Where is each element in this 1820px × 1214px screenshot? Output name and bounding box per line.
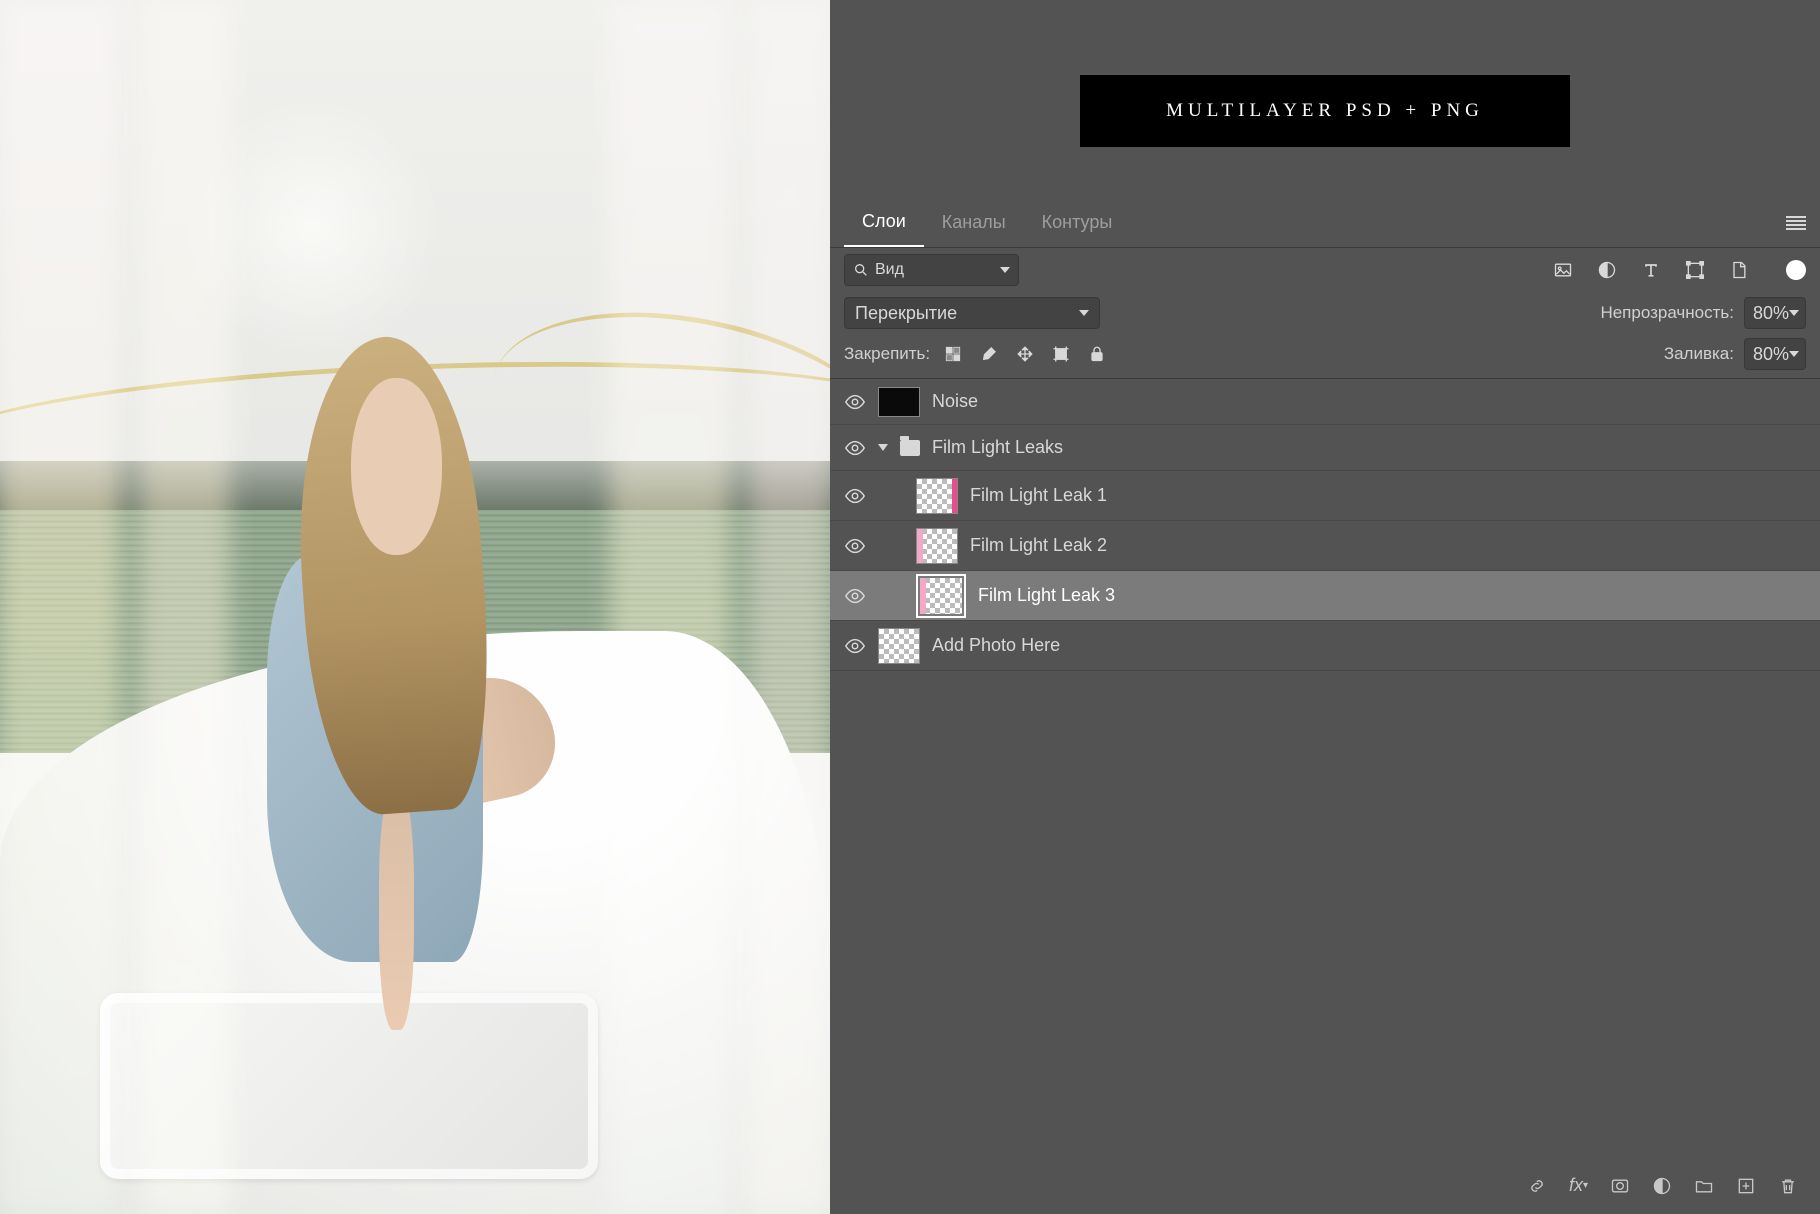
opacity-input[interactable]: 80% bbox=[1744, 297, 1806, 329]
layer-thumbnail[interactable] bbox=[916, 478, 958, 514]
layer-name: Noise bbox=[932, 391, 978, 412]
lock-brush-icon[interactable] bbox=[980, 345, 998, 363]
chevron-down-icon bbox=[1789, 310, 1799, 316]
filter-smartobject-icon[interactable] bbox=[1728, 259, 1750, 281]
tab-channels[interactable]: Каналы bbox=[924, 198, 1024, 247]
layers-list: Noise Film Light Leaks Film Light Leak 1… bbox=[830, 378, 1820, 671]
visibility-toggle[interactable] bbox=[844, 391, 866, 413]
visibility-toggle[interactable] bbox=[844, 485, 866, 507]
layers-footer: fx▾ bbox=[1527, 1175, 1798, 1196]
lock-row: Закрепить: Заливка: 80% bbox=[830, 334, 1820, 374]
new-layer-icon[interactable] bbox=[1736, 1176, 1756, 1196]
mask-icon[interactable] bbox=[1610, 1176, 1630, 1196]
filter-adjustment-icon[interactable] bbox=[1596, 259, 1618, 281]
opacity-label: Непрозрачность: bbox=[1600, 303, 1734, 323]
layer-search-input[interactable] bbox=[875, 261, 975, 279]
filter-type-icon[interactable] bbox=[1640, 259, 1662, 281]
visibility-toggle[interactable] bbox=[844, 585, 866, 607]
light-leak-overlay bbox=[140, 0, 230, 1214]
delete-layer-icon[interactable] bbox=[1778, 1176, 1798, 1196]
expand-toggle[interactable] bbox=[878, 444, 888, 451]
visibility-toggle[interactable] bbox=[844, 437, 866, 459]
fill-value: 80% bbox=[1753, 344, 1789, 365]
layer-thumbnail[interactable] bbox=[878, 387, 920, 417]
tab-layers[interactable]: Слои bbox=[844, 198, 924, 247]
new-group-icon[interactable] bbox=[1694, 1176, 1714, 1196]
layer-film-light-leak-1[interactable]: Film Light Leak 1 bbox=[830, 471, 1820, 521]
layers-panel: Слои Каналы Контуры Перекрытие bbox=[830, 198, 1820, 671]
layer-thumbnail[interactable] bbox=[878, 628, 920, 664]
filter-toggle[interactable] bbox=[1786, 260, 1806, 280]
folder-icon bbox=[900, 440, 920, 456]
layer-name: Film Light Leak 1 bbox=[970, 485, 1107, 506]
layer-thumbnail[interactable] bbox=[916, 528, 958, 564]
light-leak-overlay bbox=[750, 0, 830, 1214]
blend-mode-value: Перекрытие bbox=[855, 303, 957, 324]
layer-filter-icons bbox=[1552, 259, 1806, 281]
layer-film-light-leak-2[interactable]: Film Light Leak 2 bbox=[830, 521, 1820, 571]
canvas-person bbox=[232, 364, 581, 1044]
filter-row bbox=[830, 248, 1820, 292]
search-icon bbox=[853, 262, 869, 278]
fill-input[interactable]: 80% bbox=[1744, 338, 1806, 370]
panel-menu-icon[interactable] bbox=[1786, 216, 1806, 230]
blend-mode-select[interactable]: Перекрытие bbox=[844, 297, 1100, 329]
layer-noise[interactable]: Noise bbox=[830, 379, 1820, 425]
layer-thumbnail[interactable] bbox=[920, 578, 962, 614]
promo-title: MULTILAYER PSD + PNG bbox=[1080, 75, 1570, 147]
opacity-value: 80% bbox=[1753, 303, 1789, 324]
light-leak-overlay bbox=[610, 0, 730, 1214]
layer-name: Film Light Leak 2 bbox=[970, 535, 1107, 556]
visibility-toggle[interactable] bbox=[844, 535, 866, 557]
fx-icon[interactable]: fx▾ bbox=[1569, 1175, 1588, 1196]
tab-paths[interactable]: Контуры bbox=[1024, 198, 1131, 247]
main-canvas[interactable] bbox=[0, 0, 830, 1214]
visibility-toggle[interactable] bbox=[844, 635, 866, 657]
filter-shape-icon[interactable] bbox=[1684, 259, 1706, 281]
panel-tabs: Слои Каналы Контуры bbox=[830, 198, 1820, 248]
lock-all-icon[interactable] bbox=[1088, 345, 1106, 363]
fill-label: Заливка: bbox=[1664, 344, 1734, 364]
link-layers-icon[interactable] bbox=[1527, 1176, 1547, 1196]
layer-add-photo-here[interactable]: Add Photo Here bbox=[830, 621, 1820, 671]
layer-name: Film Light Leaks bbox=[932, 437, 1063, 458]
layer-name: Add Photo Here bbox=[932, 635, 1060, 656]
lock-icons bbox=[944, 345, 1106, 363]
lock-transparent-icon[interactable] bbox=[944, 345, 962, 363]
lock-position-icon[interactable] bbox=[1016, 345, 1034, 363]
chevron-down-icon[interactable] bbox=[1000, 267, 1010, 273]
lock-artboard-icon[interactable] bbox=[1052, 345, 1070, 363]
chevron-down-icon bbox=[1079, 310, 1089, 316]
adjustment-layer-icon[interactable] bbox=[1652, 1176, 1672, 1196]
layer-name: Film Light Leak 3 bbox=[978, 585, 1115, 606]
layer-film-light-leak-3[interactable]: Film Light Leak 3 bbox=[830, 571, 1820, 621]
light-leak-overlay bbox=[0, 0, 120, 1214]
layer-search[interactable] bbox=[844, 254, 1019, 286]
side-panel: MULTILAYER PSD + PNG Слои Каналы Контуры bbox=[830, 0, 1820, 1214]
lock-label: Закрепить: bbox=[844, 344, 930, 364]
blend-row: Перекрытие Непрозрачность: 80% bbox=[830, 292, 1820, 334]
chevron-down-icon bbox=[1789, 351, 1799, 357]
filter-pixel-icon[interactable] bbox=[1552, 259, 1574, 281]
layer-group-film-light-leaks[interactable]: Film Light Leaks bbox=[830, 425, 1820, 471]
